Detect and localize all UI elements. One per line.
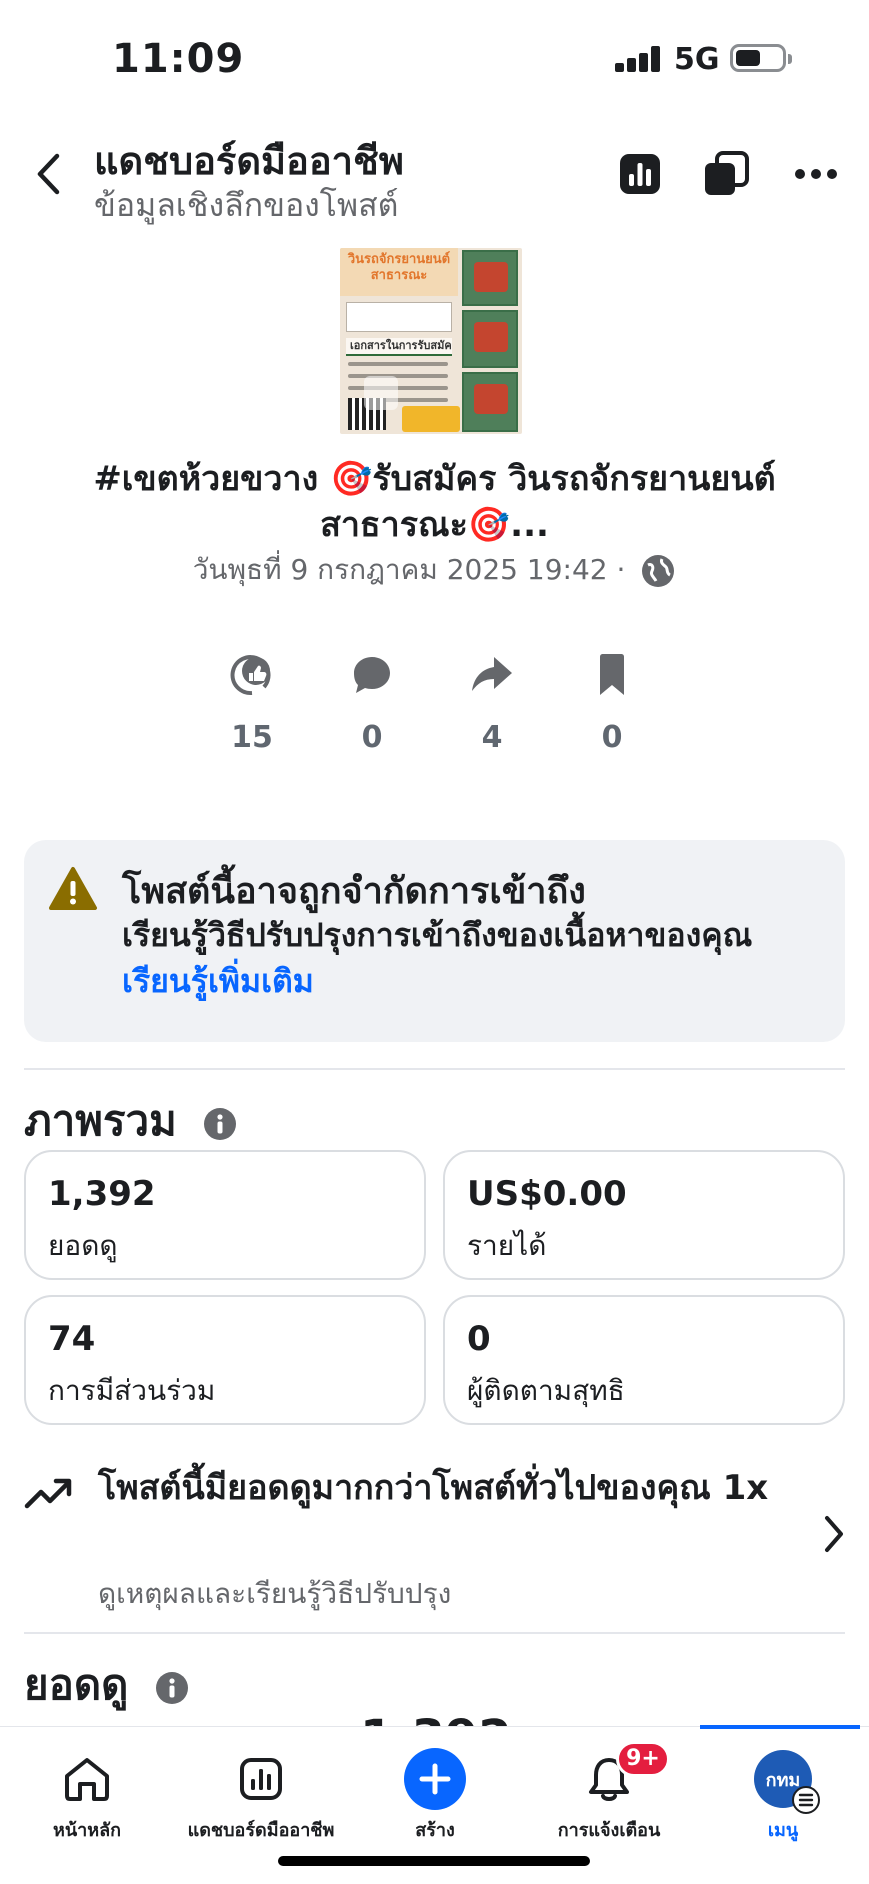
signal-icon xyxy=(615,46,663,72)
post-insights-screen: 11:09 5G แดชบอร์ดมืออาชีพ ข้อมูลเชิงลึกข… xyxy=(0,0,869,1884)
comparison-subtitle: ดูเหตุผลและเรียนรู้วิธีปรับปรุง xyxy=(98,1577,452,1610)
copy-pages-icon xyxy=(705,151,749,195)
performance-comparison-row[interactable]: โพสต์นี้มียอดดูมากกว่าโพสต์ทั่วไปของคุณ … xyxy=(24,1460,845,1610)
reactions-stat[interactable]: 15 xyxy=(207,648,297,755)
metric-value: US$0.00 xyxy=(467,1174,627,1214)
overview-title: ภาพรวม xyxy=(24,1088,237,1154)
trending-up-icon xyxy=(24,1478,72,1509)
saves-count: 0 xyxy=(601,720,623,755)
thumbnail-banner-text: วินรถจักรยานยนต์ สาธารณะ xyxy=(340,248,458,296)
nav-notifications[interactable]: 9+ การแจ้งเตือน xyxy=(522,1727,696,1847)
metric-value: 1,392 xyxy=(48,1174,156,1214)
plus-icon xyxy=(419,1763,451,1795)
comment-icon xyxy=(354,657,390,693)
page-subtitle: ข้อมูลเชิงลึกของโพสต์ xyxy=(94,186,399,224)
earnings-metric-card[interactable]: US$0.00 รายได้ xyxy=(443,1150,845,1280)
shares-stat[interactable]: 4 xyxy=(447,648,537,755)
divider xyxy=(24,1632,845,1634)
info-icon[interactable] xyxy=(203,1107,237,1141)
metric-value: 74 xyxy=(48,1319,96,1359)
metric-label: ยอดดู xyxy=(48,1229,118,1262)
warning-body: เรียนรู้วิธีปรับปรุงการเข้าถึงของเนื้อหา… xyxy=(122,916,753,1000)
page-header: แดชบอร์ดมืออาชีพ ข้อมูลเชิงลึกของโพสต์ xyxy=(0,120,869,230)
switch-post-button[interactable] xyxy=(702,150,750,198)
metric-value: 0 xyxy=(467,1319,491,1359)
metric-label: ผู้ติดตามสุทธิ xyxy=(467,1374,625,1407)
bookmark-icon xyxy=(600,654,624,695)
post-caption: #เขตห้วยขวาง 🎯รับสมัคร วินรถจักรยานยนต์ … xyxy=(93,459,776,545)
engagement-metric-card[interactable]: 74 การมีส่วนร่วม xyxy=(24,1295,426,1425)
learn-more-link[interactable]: เรียนรู้เพิ่มเติม xyxy=(122,962,314,1000)
chevron-right-icon xyxy=(825,1516,843,1552)
views-metric-card[interactable]: 1,392 ยอดดู xyxy=(24,1150,426,1280)
chevron-left-icon xyxy=(37,153,60,195)
nav-label: สร้าง xyxy=(415,1820,455,1841)
divider xyxy=(24,1068,845,1070)
views-section-title: ยอดดู xyxy=(24,1652,189,1718)
avatar: กทม xyxy=(754,1750,820,1814)
comments-stat[interactable]: 0 xyxy=(327,648,417,755)
home-indicator xyxy=(278,1856,590,1866)
like-reaction-icon xyxy=(230,655,271,696)
shares-count: 4 xyxy=(481,720,503,755)
more-options-button[interactable] xyxy=(792,150,840,198)
bar-chart-icon xyxy=(240,1758,282,1800)
globe-icon xyxy=(642,555,675,587)
nav-label: แดชบอร์ดมืออาชีพ xyxy=(187,1820,335,1841)
menu-icon xyxy=(792,1786,820,1814)
network-label: 5G xyxy=(674,42,720,77)
warning-icon xyxy=(49,867,97,910)
back-button[interactable] xyxy=(28,148,68,200)
post-thumbnail[interactable]: วินรถจักรยานยนต์ สาธารณะ เอกสารในการรับส… xyxy=(340,248,522,434)
reach-warning-banner: โพสต์นี้อาจถูกจำกัดการเข้าถึง เรียนรู้วิ… xyxy=(24,840,845,1042)
nav-create[interactable]: สร้าง xyxy=(348,1727,522,1847)
post-date: วันพุธที่ 9 กรกฎาคม 2025 19:42 · xyxy=(0,548,869,592)
warning-title: โพสต์นี้อาจถูกจำกัดการเข้าถึง xyxy=(122,871,586,912)
battery-icon xyxy=(730,44,792,72)
net-followers-metric-card[interactable]: 0 ผู้ติดตามสุทธิ xyxy=(443,1295,845,1425)
comparison-title: โพสต์นี้มียอดดูมากกว่าโพสต์ทั่วไปของคุณ … xyxy=(98,1468,769,1508)
nav-home[interactable]: หน้าหลัก xyxy=(0,1727,174,1847)
nav-professional-dashboard[interactable]: แดชบอร์ดมืออาชีพ xyxy=(174,1727,348,1847)
more-dots-icon xyxy=(795,169,837,179)
info-icon[interactable] xyxy=(155,1671,189,1705)
reactions-count: 15 xyxy=(231,720,273,755)
metric-label: การมีส่วนร่วม xyxy=(48,1374,216,1407)
notification-badge: 9+ xyxy=(616,1741,670,1777)
comments-count: 0 xyxy=(361,720,383,755)
nav-label: การแจ้งเตือน xyxy=(557,1820,661,1841)
home-icon xyxy=(65,1758,109,1801)
image-gallery-icon xyxy=(364,376,398,410)
nav-menu[interactable]: กทม เมนู xyxy=(696,1727,869,1847)
dashboard-button[interactable] xyxy=(616,150,664,198)
create-button[interactable] xyxy=(404,1748,466,1810)
nav-label: หน้าหลัก xyxy=(52,1820,122,1841)
status-time: 11:09 xyxy=(112,36,245,82)
metric-label: รายได้ xyxy=(467,1229,547,1262)
bar-chart-icon xyxy=(620,154,660,194)
saves-stat[interactable]: 0 xyxy=(567,648,657,755)
thumbnail-heading-text: เอกสารในการรับสมัคร xyxy=(346,338,452,356)
share-arrow-icon xyxy=(472,657,512,691)
status-bar: 11:09 5G xyxy=(0,0,869,120)
nav-label: เมนู xyxy=(767,1820,799,1841)
